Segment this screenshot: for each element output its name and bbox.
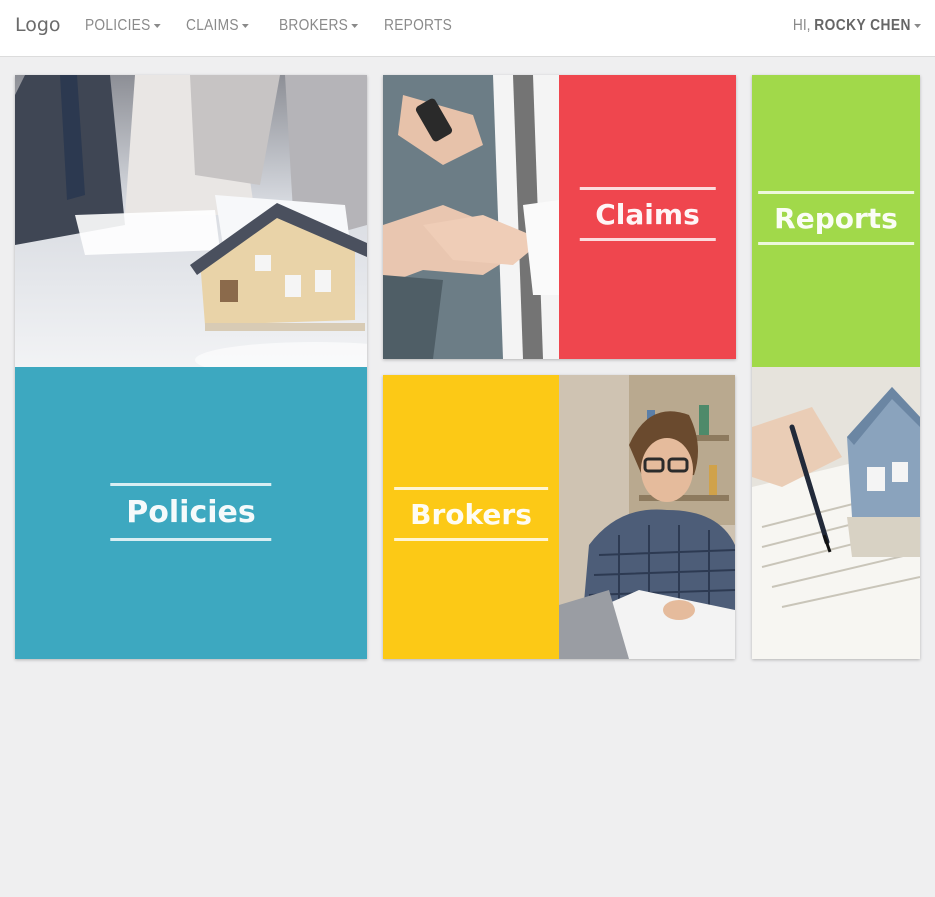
policies-color-panel: Policies (15, 367, 367, 659)
brokers-title: Brokers (394, 487, 548, 541)
claims-color-panel: Claims (559, 75, 736, 359)
policies-tile[interactable]: Policies (15, 75, 367, 659)
brokers-tile[interactable]: Brokers (383, 375, 735, 659)
nav-reports-link[interactable]: REPORTS (384, 17, 452, 35)
nav-brokers-label: BROKERS (279, 17, 349, 34)
nav-policies-dropdown[interactable]: POLICIES (85, 17, 161, 35)
reports-photo (752, 367, 920, 659)
nav-reports-label: REPORTS (384, 17, 453, 34)
reports-tile[interactable]: Reports (752, 75, 920, 659)
caret-down-icon (351, 23, 359, 28)
user-greeting: HI, (792, 17, 811, 34)
reports-title: Reports (758, 191, 914, 245)
nav-brokers-dropdown[interactable]: BROKERS (279, 17, 359, 35)
logo[interactable]: Logo (15, 14, 61, 36)
caret-down-icon (914, 23, 921, 28)
top-navbar: Logo POLICIES CLAIMS BROKERS REPORTS HI,… (0, 0, 935, 57)
nav-claims-dropdown[interactable]: CLAIMS (186, 17, 250, 35)
caret-down-icon (153, 23, 161, 28)
brokers-color-panel: Brokers (383, 375, 559, 659)
user-menu-dropdown[interactable]: HI, ROCKY CHEN (793, 17, 921, 35)
user-name: ROCKY CHEN (814, 17, 911, 34)
brokers-photo (559, 375, 735, 659)
claims-photo (383, 75, 559, 359)
reports-color-panel: Reports (752, 75, 920, 367)
nav-policies-label: POLICIES (85, 17, 151, 34)
nav-claims-label: CLAIMS (186, 17, 239, 34)
caret-down-icon (242, 23, 250, 28)
policies-title: Policies (110, 483, 272, 541)
claims-tile[interactable]: Claims (383, 75, 736, 359)
policies-photo (15, 75, 367, 367)
claims-title: Claims (579, 187, 716, 241)
